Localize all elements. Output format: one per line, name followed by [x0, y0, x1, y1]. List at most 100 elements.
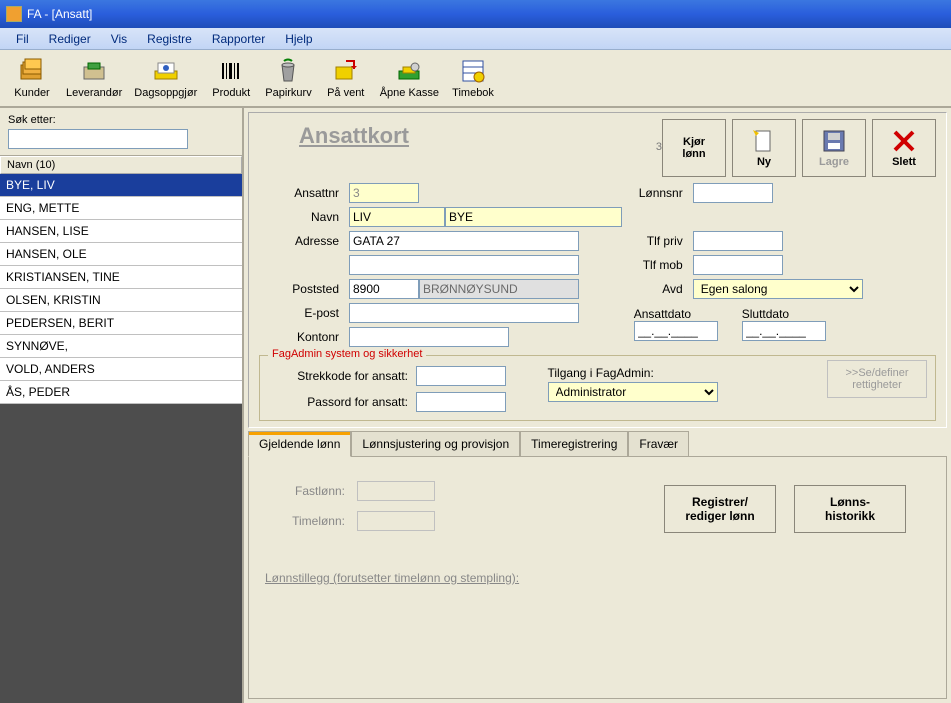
toolbar-kunder[interactable]: Kunder	[4, 55, 60, 101]
tab-fravaer[interactable]: Fravær	[628, 431, 689, 457]
open-register-icon	[395, 57, 423, 85]
list-item[interactable]: VOLD, ANDERS	[0, 358, 242, 381]
postnr-field[interactable]	[349, 279, 419, 299]
menu-rapporter[interactable]: Rapporter	[202, 29, 275, 49]
lbl-poststed: Poststed	[259, 282, 349, 296]
day-settlement-icon	[152, 57, 180, 85]
run-salary-button[interactable]: Kjør lønn	[662, 119, 726, 177]
toolbar-timebok[interactable]: Timebok	[445, 55, 501, 101]
supplier-icon	[80, 57, 108, 85]
etternavn-field[interactable]	[445, 207, 622, 227]
lbl-sluttdato: Sluttdato	[742, 307, 830, 321]
security-legend: FagAdmin system og sikkerhet	[268, 348, 426, 360]
list-item[interactable]: PEDERSEN, BERIT	[0, 312, 242, 335]
schedule-icon	[459, 57, 487, 85]
list-item[interactable]: KRISTIANSEN, TINE	[0, 266, 242, 289]
new-button[interactable]: Ny	[732, 119, 796, 177]
salary-history-button[interactable]: Lønns- historikk	[794, 485, 906, 533]
menu-registre[interactable]: Registre	[137, 29, 202, 49]
ansattnr-field[interactable]	[349, 183, 419, 203]
delete-x-icon	[891, 128, 917, 154]
lbl-lonnsnr: Lønnsnr	[634, 186, 689, 200]
lbl-ansattnr: Ansattnr	[259, 186, 349, 200]
lbl-adresse: Adresse	[259, 234, 349, 248]
lbl-tlfpriv: Tlf priv	[634, 234, 689, 248]
security-fieldset: FagAdmin system og sikkerhet Strekkode f…	[259, 355, 936, 421]
lbl-barcode: Strekkode for ansatt:	[268, 369, 408, 383]
access-select[interactable]: Administrator	[548, 382, 718, 402]
trash-icon	[274, 57, 302, 85]
toolbar-leverandor[interactable]: Leverandør	[60, 55, 128, 101]
avd-select[interactable]: Egen salong	[693, 279, 863, 299]
toolbar-apnekasse[interactable]: Åpne Kasse	[374, 55, 445, 101]
rights-button[interactable]: >>Se/definer rettigheter	[827, 360, 927, 398]
lbl-avd: Avd	[634, 282, 689, 296]
search-input[interactable]	[8, 129, 188, 149]
tab-content: Fastlønn: Timelønn: Registrer/ rediger l…	[248, 456, 947, 699]
lbl-tlfmob: Tlf mob	[634, 258, 689, 272]
tlfmob-field[interactable]	[693, 255, 783, 275]
right-pane: Ansattkort 3 Kjør lønn Ny Lagre	[244, 108, 951, 703]
lbl-fastlonn: Fastlønn:	[265, 484, 345, 498]
kontonr-field[interactable]	[349, 327, 509, 347]
lbl-kontonr: Kontonr	[259, 330, 349, 344]
employee-list[interactable]: BYE, LIV ENG, METTE HANSEN, LISE HANSEN,…	[0, 174, 242, 703]
timelonn-field	[357, 511, 435, 531]
toolbar: Kunder Leverandør Dagsoppgjør Produkt Pa…	[0, 50, 951, 108]
list-item[interactable]: BYE, LIV	[0, 174, 242, 197]
new-doc-icon	[751, 128, 777, 154]
salary-addon-link[interactable]: Lønnstillegg (forutsetter timelønn og st…	[265, 571, 519, 585]
search-box: Søk etter:	[0, 108, 242, 156]
epost-field[interactable]	[349, 303, 579, 323]
list-item[interactable]: ÅS, PEDER	[0, 381, 242, 404]
menu-hjelp[interactable]: Hjelp	[275, 29, 322, 49]
tlfpriv-field[interactable]	[693, 231, 783, 251]
lbl-access: Tilgang i FagAdmin:	[548, 366, 688, 380]
tab-gjeldende-lonn[interactable]: Gjeldende lønn	[248, 431, 351, 457]
on-hold-icon	[332, 57, 360, 85]
menu-bar: Fil Rediger Vis Registre Rapporter Hjelp	[0, 28, 951, 50]
adresse1-field[interactable]	[349, 231, 579, 251]
list-item[interactable]: SYNNØVE,	[0, 335, 242, 358]
tab-lonnsjustering[interactable]: Lønnsjustering og provisjon	[351, 431, 520, 457]
tab-bar: Gjeldende lønn Lønnsjustering og provisj…	[248, 430, 947, 456]
menu-vis[interactable]: Vis	[101, 29, 137, 49]
save-icon	[821, 128, 847, 154]
list-item[interactable]: HANSEN, LISE	[0, 220, 242, 243]
register-salary-button[interactable]: Registrer/ rediger lønn	[664, 485, 776, 533]
list-item[interactable]: ENG, METTE	[0, 197, 242, 220]
adresse2-field[interactable]	[349, 255, 579, 275]
lonnsnr-field[interactable]	[693, 183, 773, 203]
tab-timeregistrering[interactable]: Timeregistrering	[520, 431, 628, 457]
lbl-timelonn: Timelønn:	[265, 514, 345, 528]
lbl-password: Passord for ansatt:	[268, 395, 408, 409]
list-item[interactable]: OLSEN, KRISTIN	[0, 289, 242, 312]
left-pane: Søk etter: Navn (10) BYE, LIV ENG, METTE…	[0, 108, 244, 703]
menu-rediger[interactable]: Rediger	[39, 29, 101, 49]
lbl-navn: Navn	[259, 210, 349, 224]
toolbar-dagsoppgjor[interactable]: Dagsoppgjør	[128, 55, 203, 101]
search-label: Søk etter:	[8, 114, 234, 126]
ansattdato-field[interactable]	[634, 321, 718, 341]
window-title: FA - [Ansatt]	[27, 7, 92, 21]
fastlonn-field	[357, 481, 435, 501]
card-title: Ansattkort	[259, 119, 652, 153]
toolbar-produkt[interactable]: Produkt	[203, 55, 259, 101]
menu-fil[interactable]: Fil	[6, 29, 39, 49]
list-item[interactable]: HANSEN, OLE	[0, 243, 242, 266]
delete-button[interactable]: Slett	[872, 119, 936, 177]
list-header[interactable]: Navn (10)	[0, 156, 242, 174]
toolbar-papirkurv[interactable]: Papirkurv	[259, 55, 317, 101]
fornavn-field[interactable]	[349, 207, 445, 227]
lbl-ansattdato: Ansattdato	[634, 307, 722, 321]
save-button[interactable]: Lagre	[802, 119, 866, 177]
barcode-icon	[217, 57, 245, 85]
sluttdato-field[interactable]	[742, 321, 826, 341]
barcode-field[interactable]	[416, 366, 506, 386]
password-field[interactable]	[416, 392, 506, 412]
title-bar: FA - [Ansatt]	[0, 0, 951, 28]
folder-stack-icon	[18, 57, 46, 85]
lbl-epost: E-post	[259, 306, 349, 320]
toolbar-pavent[interactable]: På vent	[318, 55, 374, 101]
poststed-field	[419, 279, 579, 299]
